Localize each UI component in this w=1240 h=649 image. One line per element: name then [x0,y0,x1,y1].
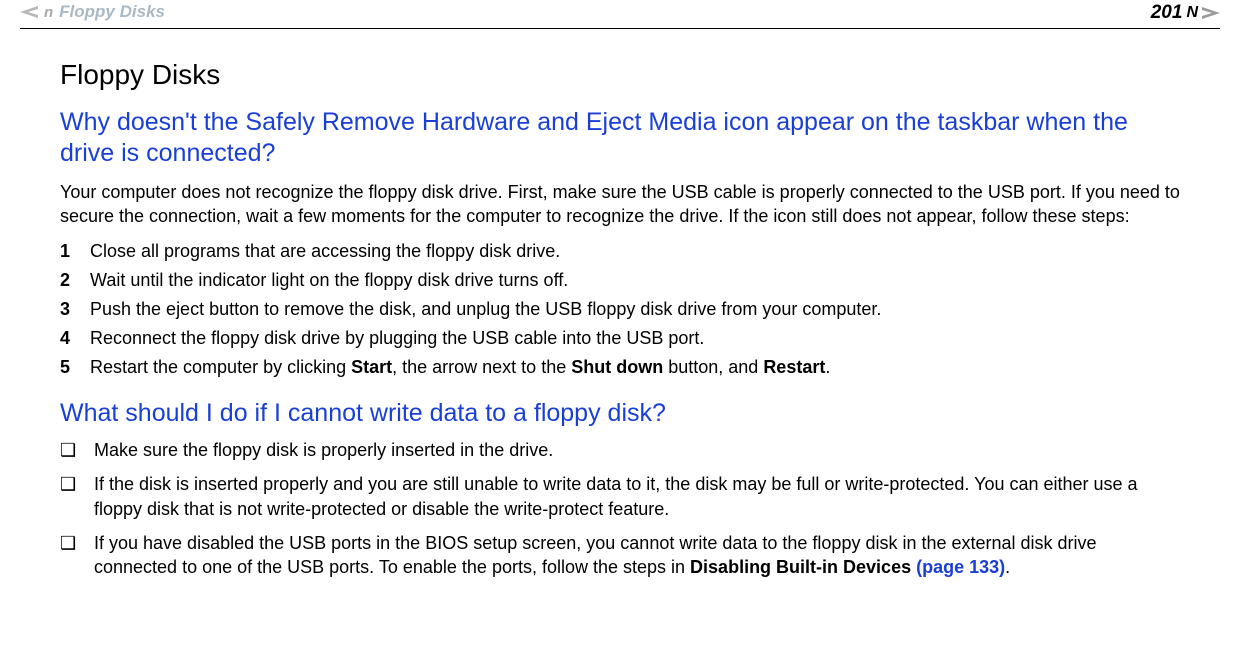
step-row: 2 Wait until the indicator light on the … [60,267,1180,294]
step-row: 1 Close all programs that are accessing … [60,238,1180,265]
step-number: 4 [60,325,90,352]
text-fragment: Restart the computer by clicking [90,357,351,377]
bold-text: Shut down [571,357,663,377]
n-letter-left: n [44,4,53,21]
n-letter-right: N [1186,4,1198,22]
bullet-icon: ❑ [60,438,94,462]
arrow-left-icon[interactable] [20,6,38,18]
step-text: Close all programs that are accessing th… [90,238,1180,265]
step-row: 3 Push the eject button to remove the di… [60,296,1180,323]
step-number: 1 [60,238,90,265]
text-fragment: button, and [663,357,763,377]
text-fragment: , the arrow next to the [392,357,571,377]
bullet-text: If you have disabled the USB ports in th… [94,531,1180,580]
section-title: Floppy Disks [60,59,1180,91]
step-number: 3 [60,296,90,323]
step-row: 5 Restart the computer by clicking Start… [60,354,1180,381]
bullet-icon: ❑ [60,531,94,555]
bullet-list: ❑ Make sure the floppy disk is properly … [60,438,1180,579]
question-1: Why doesn't the Safely Remove Hardware a… [60,107,1180,170]
bold-text: Start [351,357,392,377]
step-number: 2 [60,267,90,294]
text-fragment: . [1005,557,1010,577]
page-link[interactable]: (page 133) [916,557,1005,577]
step-text: Push the eject button to remove the disk… [90,296,1180,323]
bullet-row: ❑ Make sure the floppy disk is properly … [60,438,1180,462]
page-number: 201 [1151,2,1183,24]
content: Floppy Disks Why doesn't the Safely Remo… [0,29,1240,580]
text-fragment: . [825,357,830,377]
step-list: 1 Close all programs that are accessing … [60,238,1180,381]
bullet-icon: ❑ [60,472,94,496]
header-right: 201 N [1151,2,1220,24]
page-header: n Floppy Disks 201 N [0,0,1240,24]
header-left: n Floppy Disks [20,2,165,22]
intro-paragraph: Your computer does not recognize the flo… [60,180,1180,229]
step-row: 4 Reconnect the floppy disk drive by plu… [60,325,1180,352]
arrow-right-icon[interactable] [1202,7,1220,19]
step-number: 5 [60,354,90,381]
bold-text: Restart [763,357,825,377]
step-text: Restart the computer by clicking Start, … [90,354,1180,381]
bullet-text: Make sure the floppy disk is properly in… [94,438,1180,462]
step-text: Reconnect the floppy disk drive by plugg… [90,325,1180,352]
breadcrumb-current: Floppy Disks [59,2,165,22]
step-text: Wait until the indicator light on the fl… [90,267,1180,294]
question-2: What should I do if I cannot write data … [60,399,1180,428]
bold-text: Disabling Built-in Devices [690,557,916,577]
bullet-row: ❑ If the disk is inserted properly and y… [60,472,1180,521]
bullet-text: If the disk is inserted properly and you… [94,472,1180,521]
bullet-row: ❑ If you have disabled the USB ports in … [60,531,1180,580]
